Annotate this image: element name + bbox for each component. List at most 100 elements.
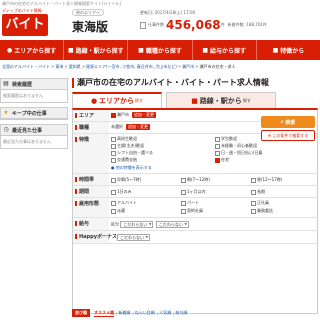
salary-label: 給与 [73,218,109,230]
feature-checkbox[interactable] [215,157,220,163]
main-content: 瀬戸市の在宅のアルバイト・バイト・パート求人情報 ● エリアから 探す ■ 路線・駅か… [72,78,320,314]
tab-area-small: 探す [135,98,144,103]
tab-route-small: 探す [242,97,251,103]
job-change-button[interactable]: 追加・変更 [126,124,150,130]
feature-checkbox[interactable] [111,136,116,142]
period-checkbox[interactable] [251,189,256,195]
page-tagline: 瀬戸市の在宅のアルバイト・パート求人情報検索サイト[バイトル] [2,1,122,6]
happy-label: Happyボーナス [73,231,117,243]
feature-option: 交通費支給 [117,157,137,162]
feature-checkbox[interactable] [111,150,116,156]
time-label: 時間帯 [73,174,109,185]
period-label: 期間 [73,186,109,197]
area-change-button[interactable]: 追加・変更 [132,112,156,118]
salary-kind-select[interactable]: こだわらない [120,221,154,228]
recent-jobs-heading[interactable]: ◷ 最近見た仕事 [1,125,67,136]
employ-checkbox[interactable] [251,200,256,206]
nav-area-label: エリアから探す [14,47,57,55]
happy-row: Happyボーナス こだわらない [73,231,317,244]
employ-option: パート [187,200,199,205]
employ-checkbox[interactable] [111,208,116,214]
tab-route[interactable]: ■ 路線・駅から 探す [166,92,276,108]
time-checkbox[interactable] [251,177,256,183]
feature-checkbox[interactable] [215,143,220,149]
job-value: 未選択 [111,124,123,129]
employ-checkbox[interactable] [181,200,186,206]
nav-feature-label: 特徴から [280,47,305,55]
job-count-box: 仕事件数 456,068件 新着件数: 188,701件 [140,18,267,34]
update-date: 更新日: 2017/4/28(土) 17:00 [140,10,196,15]
more-features-link[interactable]: ● 他の特徴を表示する [111,165,152,171]
sort-salary[interactable]: 給与順 [175,310,187,316]
feature-option: 学生歓迎 [221,136,237,141]
nav-route[interactable]: ■ 路線・駅から探す [64,40,129,60]
employ-option: 派遣 [117,208,125,213]
other-region-link[interactable]: 他のエリアへ [72,9,104,16]
feature-option: 高校生歓迎 [117,136,137,141]
breadcrumb: 全国のアルバイト・バイト>東海>愛知県>尾張エリア(一宮市, 小牧市, 春日井市… [2,64,236,69]
search-history-empty: 検索履歴はありません [3,93,43,98]
period-checkbox[interactable] [181,189,186,195]
employ-checkbox[interactable] [181,208,186,214]
period-option: 1日のみ [117,189,132,194]
breadcrumb-current: 瀬戸市の在宅・求人 [199,64,236,69]
sort-recommended[interactable]: オススメ順 [94,310,114,317]
employ-checkbox[interactable] [111,200,116,206]
keep-jobs-heading[interactable]: ★ キープ中の仕事 [1,108,67,119]
time-option: 早朝(5〜7時) [117,177,142,182]
logo-wordmark: バイトル [2,14,48,54]
breadcrumb-item[interactable]: 愛知県 [69,64,81,69]
employ-option: アルバイト [117,200,137,205]
period-checkbox[interactable] [111,189,116,195]
time-checkbox[interactable] [181,177,186,183]
search-history-title: 検索履歴 [12,81,33,88]
nav-salary[interactable]: ■ 給与から探す [193,40,257,60]
salary-amount-select[interactable]: こだわらない [155,221,189,228]
nav-route-label: 路線・駅から探す [75,47,124,55]
area-row: エリア 瀬戸市 追加・変更 ⌕ 検索 [73,110,317,128]
sort-target[interactable]: ねらい目順 [135,310,155,316]
new-job-count: 新着件数: 188,701件 [227,22,267,27]
recent-jobs-empty: 最近見た仕事はありません [3,139,51,144]
page-title: 瀬戸市の在宅のアルバイト・バイト・パート求人情報 [72,78,320,88]
nav-job[interactable]: ■ 職種から探す [128,40,193,60]
feature-checkbox[interactable] [215,150,220,156]
document-icon [140,21,146,29]
main-nav: ● エリアから探す ■ 路線・駅から探す ■ 職種から探す ■ 給与から探す ■ 特徴から [0,40,320,60]
area-checkbox[interactable] [111,112,116,118]
search-history-heading[interactable]: ▤ 検索履歴 [1,79,67,90]
feature-option: 日・週・短日払い(日雇 [221,150,263,155]
keep-jobs-box: ★ キープ中の仕事 [0,107,68,120]
sort-label: 並び順 [72,309,90,317]
search-tabs: ● エリアから 探す ■ 路線・駅から 探す [72,92,320,108]
sort-popular[interactable]: 人気順 [159,310,171,316]
breadcrumb-item[interactable]: 東海 [55,64,63,69]
nav-area[interactable]: ● エリアから探す [0,40,65,60]
tab-area-label: エリアから [99,97,135,105]
train-icon: ■ [191,96,198,105]
sort-new[interactable]: 新着順 [118,310,130,316]
tab-route-label: 路線・駅から [199,96,242,105]
nav-feature[interactable]: ■ 特徴から [257,40,320,60]
employ-row: 雇用形態 アルバイト パート 正社員 派遣 契約社員 業務委託 [73,198,317,218]
breadcrumb-item[interactable]: 全国のアルバイト・バイト [2,64,50,69]
area-value: 瀬戸市 [117,112,129,117]
region-name: 東海版 [72,20,109,34]
feature-option: 未経験・初心者歓迎 [221,143,257,148]
site-header: ディップのバイト情報 バイトル 他のエリアへ 東海版 更新日: 2017/4/2… [0,8,320,54]
feature-checkbox[interactable] [111,157,116,163]
tab-area[interactable]: ● エリアから 探す [72,92,162,108]
nav-salary-label: 給与から探す [210,47,247,55]
breadcrumb-item[interactable]: 瀬戸市 [182,64,194,69]
logo[interactable]: ディップのバイト情報 バイトル [2,8,66,54]
job-row: 職種 未選択 追加・変更 ✉ この条件で検索する [73,122,317,141]
happy-select[interactable]: こだわらない [117,234,150,241]
period-row: 期間 1日のみ 1ヶ月以内 長期 [73,186,317,198]
sort-bar: 並び順 オススメ順 | 新着順 | ねらい目順 | 人気順 | 給与順 [72,306,320,320]
feature-checkbox[interactable] [111,143,116,149]
feature-checkbox[interactable] [215,136,220,142]
feature-label: 特徴 [73,134,109,173]
employ-checkbox[interactable] [251,208,256,214]
breadcrumb-item[interactable]: 尾張エリア(一宮市, 小牧市, 春日井市, 犬山市など) [86,64,177,69]
time-checkbox[interactable] [111,177,116,183]
